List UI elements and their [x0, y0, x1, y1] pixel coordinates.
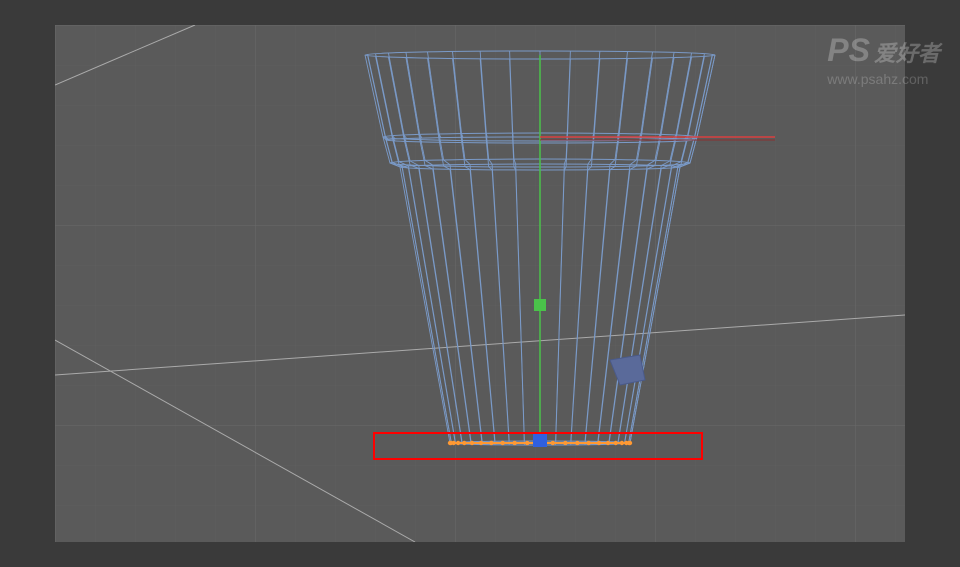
viewport-3d[interactable] [55, 25, 905, 542]
y-axis-handle[interactable] [534, 299, 546, 311]
transform-gizmo[interactable] [55, 25, 905, 542]
camera-icon [610, 355, 645, 385]
z-axis-handle[interactable] [533, 433, 547, 447]
